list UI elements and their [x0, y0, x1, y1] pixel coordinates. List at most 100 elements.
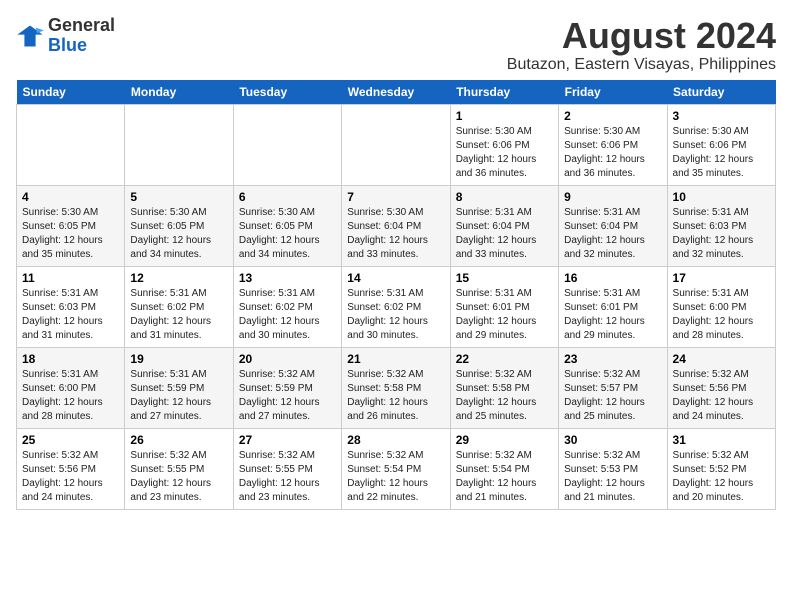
calendar-cell: 4 Sunrise: 5:30 AM Sunset: 6:05 PM Daylig…	[17, 185, 125, 266]
calendar-cell	[17, 104, 125, 185]
day-number: 28	[347, 433, 444, 447]
day-number: 10	[673, 190, 770, 204]
calendar-header-row: SundayMondayTuesdayWednesdayThursdayFrid…	[17, 80, 776, 105]
day-number: 8	[456, 190, 553, 204]
day-number: 27	[239, 433, 336, 447]
week-row-1: 1 Sunrise: 5:30 AM Sunset: 6:06 PM Daylig…	[17, 104, 776, 185]
day-number: 1	[456, 109, 553, 123]
calendar-cell: 10 Sunrise: 5:31 AM Sunset: 6:03 PM Dayli…	[667, 185, 775, 266]
calendar-cell: 24 Sunrise: 5:32 AM Sunset: 5:56 PM Dayli…	[667, 347, 775, 428]
day-info: Sunrise: 5:30 AM Sunset: 6:05 PM Dayligh…	[22, 206, 119, 262]
day-number: 25	[22, 433, 119, 447]
day-info: Sunrise: 5:32 AM Sunset: 5:58 PM Dayligh…	[456, 368, 553, 424]
col-header-saturday: Saturday	[667, 80, 775, 105]
logo: General Blue	[16, 16, 115, 56]
calendar-cell: 27Sunrise: 5:32 AM Sunset: 5:55 PM Dayli…	[233, 428, 341, 509]
day-info: Sunrise: 5:31 AM Sunset: 6:04 PM Dayligh…	[564, 206, 661, 262]
calendar-cell: 31 Sunrise: 5:32 AM Sunset: 5:52 PM Dayli…	[667, 428, 775, 509]
logo-bird-icon	[16, 22, 44, 50]
day-info: Sunrise: 5:32 AM Sunset: 5:54 PM Dayligh…	[456, 449, 553, 505]
calendar-cell	[125, 104, 233, 185]
day-number: 23	[564, 352, 661, 366]
calendar-cell: 3 Sunrise: 5:30 AM Sunset: 6:06 PM Daylig…	[667, 104, 775, 185]
day-info: Sunrise: 5:32 AM Sunset: 5:55 PM Dayligh…	[130, 449, 227, 505]
calendar-cell: 14Sunrise: 5:31 AM Sunset: 6:02 PM Dayli…	[342, 266, 450, 347]
calendar-cell: 17Sunrise: 5:31 AM Sunset: 6:00 PM Dayli…	[667, 266, 775, 347]
calendar-cell: 6Sunrise: 5:30 AM Sunset: 6:05 PM Daylig…	[233, 185, 341, 266]
day-number: 31	[673, 433, 770, 447]
calendar-cell: 7 Sunrise: 5:30 AM Sunset: 6:04 PM Daylig…	[342, 185, 450, 266]
day-number: 16	[564, 271, 661, 285]
calendar-cell: 13 Sunrise: 5:31 AM Sunset: 6:02 PM Dayli…	[233, 266, 341, 347]
calendar-cell: 2Sunrise: 5:30 AM Sunset: 6:06 PM Daylig…	[559, 104, 667, 185]
day-info: Sunrise: 5:30 AM Sunset: 6:06 PM Dayligh…	[673, 125, 770, 181]
day-number: 7	[347, 190, 444, 204]
day-number: 18	[22, 352, 119, 366]
calendar-cell: 30Sunrise: 5:32 AM Sunset: 5:53 PM Dayli…	[559, 428, 667, 509]
calendar-cell: 20 Sunrise: 5:32 AM Sunset: 5:59 PM Dayli…	[233, 347, 341, 428]
day-info: Sunrise: 5:32 AM Sunset: 5:52 PM Dayligh…	[673, 449, 770, 505]
calendar-cell: 16 Sunrise: 5:31 AM Sunset: 6:01 PM Dayli…	[559, 266, 667, 347]
day-info: Sunrise: 5:30 AM Sunset: 6:05 PM Dayligh…	[130, 206, 227, 262]
day-number: 3	[673, 109, 770, 123]
calendar-cell	[342, 104, 450, 185]
col-header-monday: Monday	[125, 80, 233, 105]
calendar-cell: 9 Sunrise: 5:31 AM Sunset: 6:04 PM Daylig…	[559, 185, 667, 266]
day-info: Sunrise: 5:31 AM Sunset: 6:04 PM Dayligh…	[456, 206, 553, 262]
week-row-3: 11 Sunrise: 5:31 AM Sunset: 6:03 PM Dayli…	[17, 266, 776, 347]
day-info: Sunrise: 5:31 AM Sunset: 6:02 PM Dayligh…	[130, 287, 227, 343]
day-info: Sunrise: 5:32 AM Sunset: 5:58 PM Dayligh…	[347, 368, 444, 424]
calendar-cell: 19 Sunrise: 5:31 AM Sunset: 5:59 PM Dayli…	[125, 347, 233, 428]
calendar-cell: 5 Sunrise: 5:30 AM Sunset: 6:05 PM Daylig…	[125, 185, 233, 266]
day-number: 14	[347, 271, 444, 285]
day-info: Sunrise: 5:31 AM Sunset: 6:03 PM Dayligh…	[22, 287, 119, 343]
day-number: 20	[239, 352, 336, 366]
calendar-cell: 22 Sunrise: 5:32 AM Sunset: 5:58 PM Dayli…	[450, 347, 558, 428]
day-number: 29	[456, 433, 553, 447]
day-info: Sunrise: 5:31 AM Sunset: 6:02 PM Dayligh…	[239, 287, 336, 343]
day-info: Sunrise: 5:30 AM Sunset: 6:06 PM Dayligh…	[564, 125, 661, 181]
calendar-table: SundayMondayTuesdayWednesdayThursdayFrid…	[16, 80, 776, 510]
week-row-2: 4 Sunrise: 5:30 AM Sunset: 6:05 PM Daylig…	[17, 185, 776, 266]
day-info: Sunrise: 5:32 AM Sunset: 5:59 PM Dayligh…	[239, 368, 336, 424]
week-row-5: 25 Sunrise: 5:32 AM Sunset: 5:56 PM Dayli…	[17, 428, 776, 509]
day-info: Sunrise: 5:31 AM Sunset: 6:01 PM Dayligh…	[456, 287, 553, 343]
calendar-subtitle: Butazon, Eastern Visayas, Philippines	[507, 56, 776, 74]
calendar-cell: 15 Sunrise: 5:31 AM Sunset: 6:01 PM Dayli…	[450, 266, 558, 347]
day-number: 15	[456, 271, 553, 285]
day-info: Sunrise: 5:32 AM Sunset: 5:57 PM Dayligh…	[564, 368, 661, 424]
calendar-cell: 25 Sunrise: 5:32 AM Sunset: 5:56 PM Dayli…	[17, 428, 125, 509]
day-info: Sunrise: 5:30 AM Sunset: 6:04 PM Dayligh…	[347, 206, 444, 262]
day-info: Sunrise: 5:31 AM Sunset: 6:03 PM Dayligh…	[673, 206, 770, 262]
calendar-cell: 12 Sunrise: 5:31 AM Sunset: 6:02 PM Dayli…	[125, 266, 233, 347]
calendar-cell: 1Sunrise: 5:30 AM Sunset: 6:06 PM Daylig…	[450, 104, 558, 185]
day-number: 19	[130, 352, 227, 366]
col-header-thursday: Thursday	[450, 80, 558, 105]
calendar-cell: 11 Sunrise: 5:31 AM Sunset: 6:03 PM Dayli…	[17, 266, 125, 347]
day-number: 24	[673, 352, 770, 366]
calendar-cell	[233, 104, 341, 185]
day-info: Sunrise: 5:31 AM Sunset: 6:00 PM Dayligh…	[22, 368, 119, 424]
day-number: 13	[239, 271, 336, 285]
day-info: Sunrise: 5:31 AM Sunset: 5:59 PM Dayligh…	[130, 368, 227, 424]
calendar-cell: 8 Sunrise: 5:31 AM Sunset: 6:04 PM Daylig…	[450, 185, 558, 266]
day-number: 5	[130, 190, 227, 204]
title-area: August 2024 Butazon, Eastern Visayas, Ph…	[507, 16, 776, 74]
calendar-title: August 2024	[507, 16, 776, 56]
day-info: Sunrise: 5:32 AM Sunset: 5:56 PM Dayligh…	[22, 449, 119, 505]
day-number: 22	[456, 352, 553, 366]
day-info: Sunrise: 5:32 AM Sunset: 5:54 PM Dayligh…	[347, 449, 444, 505]
day-number: 26	[130, 433, 227, 447]
day-info: Sunrise: 5:31 AM Sunset: 6:01 PM Dayligh…	[564, 287, 661, 343]
col-header-friday: Friday	[559, 80, 667, 105]
day-number: 9	[564, 190, 661, 204]
day-info: Sunrise: 5:30 AM Sunset: 6:05 PM Dayligh…	[239, 206, 336, 262]
calendar-cell: 29 Sunrise: 5:32 AM Sunset: 5:54 PM Dayli…	[450, 428, 558, 509]
day-number: 4	[22, 190, 119, 204]
col-header-sunday: Sunday	[17, 80, 125, 105]
day-info: Sunrise: 5:32 AM Sunset: 5:56 PM Dayligh…	[673, 368, 770, 424]
day-number: 17	[673, 271, 770, 285]
day-number: 12	[130, 271, 227, 285]
day-number: 21	[347, 352, 444, 366]
day-number: 11	[22, 271, 119, 285]
